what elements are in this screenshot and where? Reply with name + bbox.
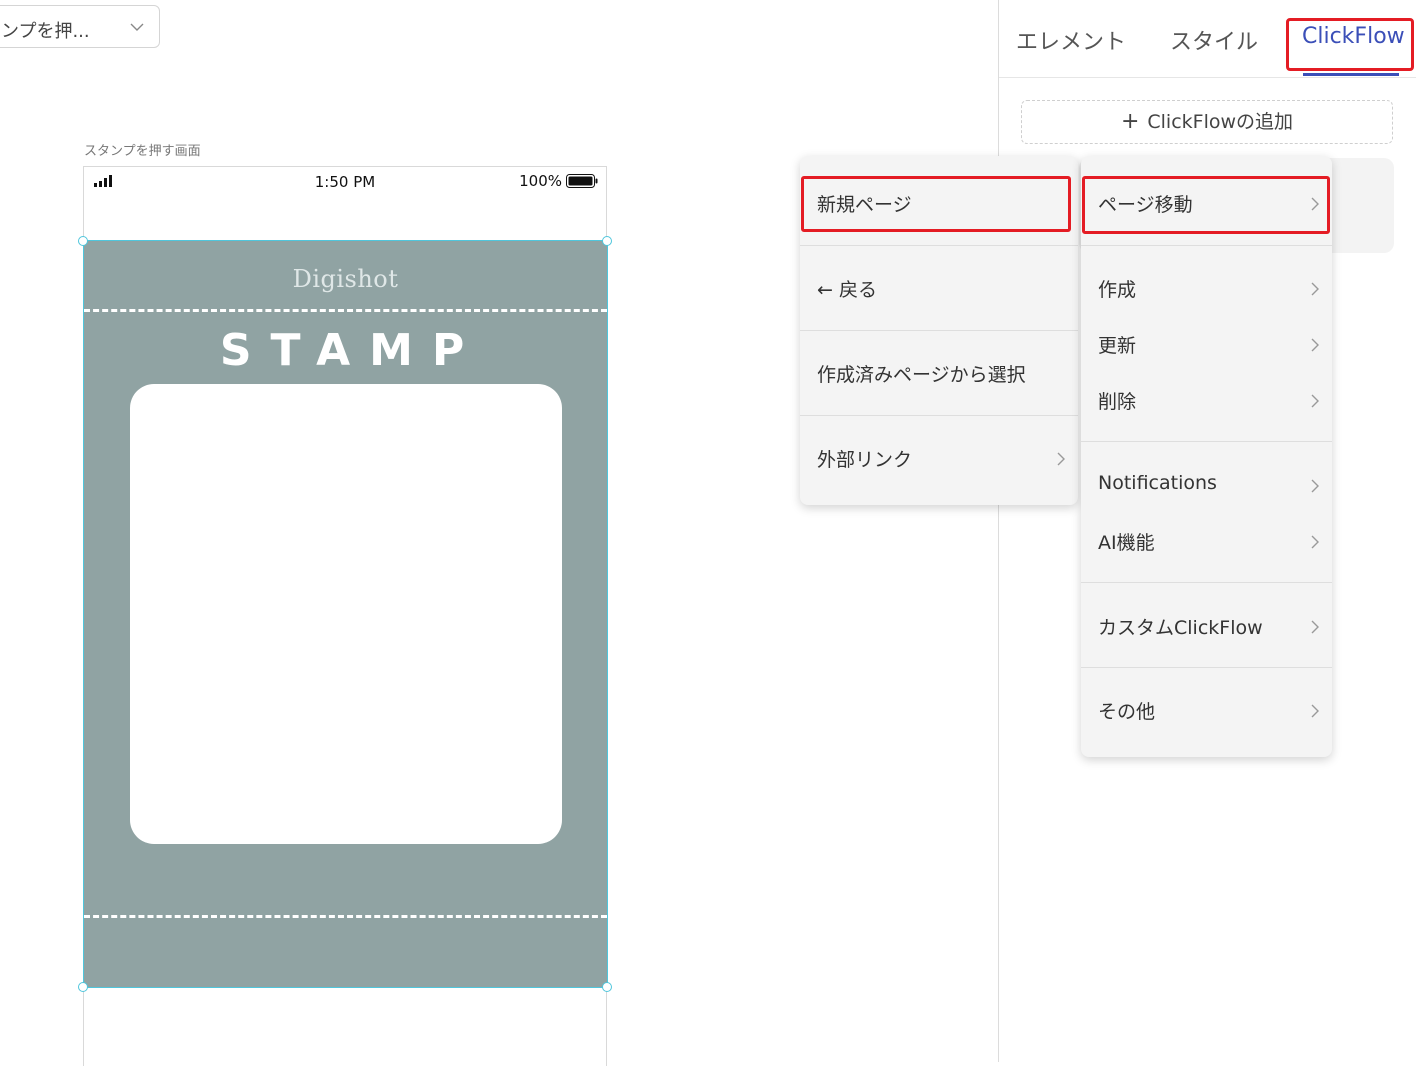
page-select-dropdown[interactable]: ンプを押... bbox=[0, 5, 160, 48]
chevron-right-icon bbox=[1311, 535, 1319, 549]
submenu-item-notifications[interactable]: Notifications bbox=[1081, 458, 1332, 510]
submenu-item-create[interactable]: 作成 bbox=[1081, 261, 1332, 313]
menu-divider bbox=[800, 330, 1078, 331]
menu-divider bbox=[1081, 667, 1332, 668]
menu-item-label: ← 戻る bbox=[817, 279, 877, 301]
page-select-value: ンプを押... bbox=[1, 21, 90, 42]
chevron-right-icon bbox=[1311, 394, 1319, 408]
resize-handle-bottom-left[interactable] bbox=[78, 982, 88, 992]
chevron-right-icon bbox=[1311, 479, 1319, 493]
menu-item-label: 作成 bbox=[1098, 279, 1137, 301]
chevron-right-icon bbox=[1311, 338, 1319, 352]
tab-bar: エレメント スタイル ClickFlow bbox=[999, 0, 1416, 78]
menu-divider bbox=[1081, 582, 1332, 583]
battery-icon bbox=[566, 174, 598, 188]
menu-item-label: AI機能 bbox=[1098, 532, 1155, 554]
submenu-item-ai-features[interactable]: AI機能 bbox=[1081, 514, 1332, 566]
menu-item-external-link[interactable]: 外部リンク bbox=[800, 431, 1078, 483]
add-clickflow-button[interactable]: + ClickFlowの追加 bbox=[1021, 100, 1393, 144]
clickflow-submenu: ページ移動 作成 更新 削除 Notifications AI機能 カスタムCl… bbox=[1081, 156, 1332, 757]
active-tab-indicator bbox=[1303, 73, 1399, 76]
menu-item-back[interactable]: ← 戻る bbox=[800, 261, 1078, 313]
menu-item-label: 作成済みページから選択 bbox=[817, 364, 1026, 386]
submenu-item-custom-clickflow[interactable]: カスタムClickFlow bbox=[1081, 599, 1332, 651]
menu-item-label: 削除 bbox=[1098, 391, 1137, 413]
battery-percentage: 100% bbox=[519, 172, 562, 190]
chevron-right-icon bbox=[1311, 620, 1319, 634]
resize-handle-bottom-right[interactable] bbox=[602, 982, 612, 992]
menu-item-label: Notifications bbox=[1098, 472, 1217, 494]
highlight-new-page bbox=[801, 176, 1071, 232]
resize-handle-top-left[interactable] bbox=[78, 236, 88, 246]
menu-item-label: その他 bbox=[1098, 701, 1156, 723]
menu-divider bbox=[1081, 441, 1332, 442]
plus-icon: + bbox=[1120, 109, 1140, 134]
menu-item-label: 更新 bbox=[1098, 335, 1137, 357]
resize-handle-top-right[interactable] bbox=[602, 236, 612, 246]
dashed-divider-top bbox=[84, 309, 607, 312]
menu-item-label: 外部リンク bbox=[817, 449, 913, 471]
submenu-item-delete[interactable]: 削除 bbox=[1081, 373, 1332, 425]
screen-label: スタンプを押す画面 bbox=[84, 144, 201, 159]
chevron-right-icon bbox=[1311, 704, 1319, 718]
menu-divider bbox=[1081, 245, 1332, 246]
add-clickflow-label: ClickFlowの追加 bbox=[1147, 111, 1294, 133]
menu-divider bbox=[800, 245, 1078, 246]
chevron-right-icon bbox=[1057, 452, 1065, 466]
card-logo: Digishot bbox=[292, 265, 399, 293]
submenu-item-other[interactable]: その他 bbox=[1081, 683, 1332, 735]
dashed-divider-bottom bbox=[84, 915, 607, 918]
highlight-page-transition bbox=[1082, 176, 1330, 234]
menu-item-select-existing-page[interactable]: 作成済みページから選択 bbox=[800, 346, 1078, 398]
submenu-item-update[interactable]: 更新 bbox=[1081, 317, 1332, 369]
card-title: STAMP bbox=[219, 325, 484, 376]
tab-elements[interactable]: エレメント bbox=[1016, 24, 1126, 56]
stamp-area bbox=[130, 384, 562, 844]
menu-divider bbox=[800, 415, 1078, 416]
chevron-right-icon bbox=[1311, 282, 1319, 296]
stamp-card[interactable]: Digishot STAMP bbox=[83, 240, 608, 988]
chevron-down-icon bbox=[130, 23, 144, 31]
menu-item-label: カスタムClickFlow bbox=[1098, 617, 1263, 639]
tab-style[interactable]: スタイル bbox=[1170, 24, 1258, 56]
tab-clickflow-highlight bbox=[1286, 18, 1414, 71]
status-bar: 1:50 PM 100% bbox=[84, 167, 606, 197]
